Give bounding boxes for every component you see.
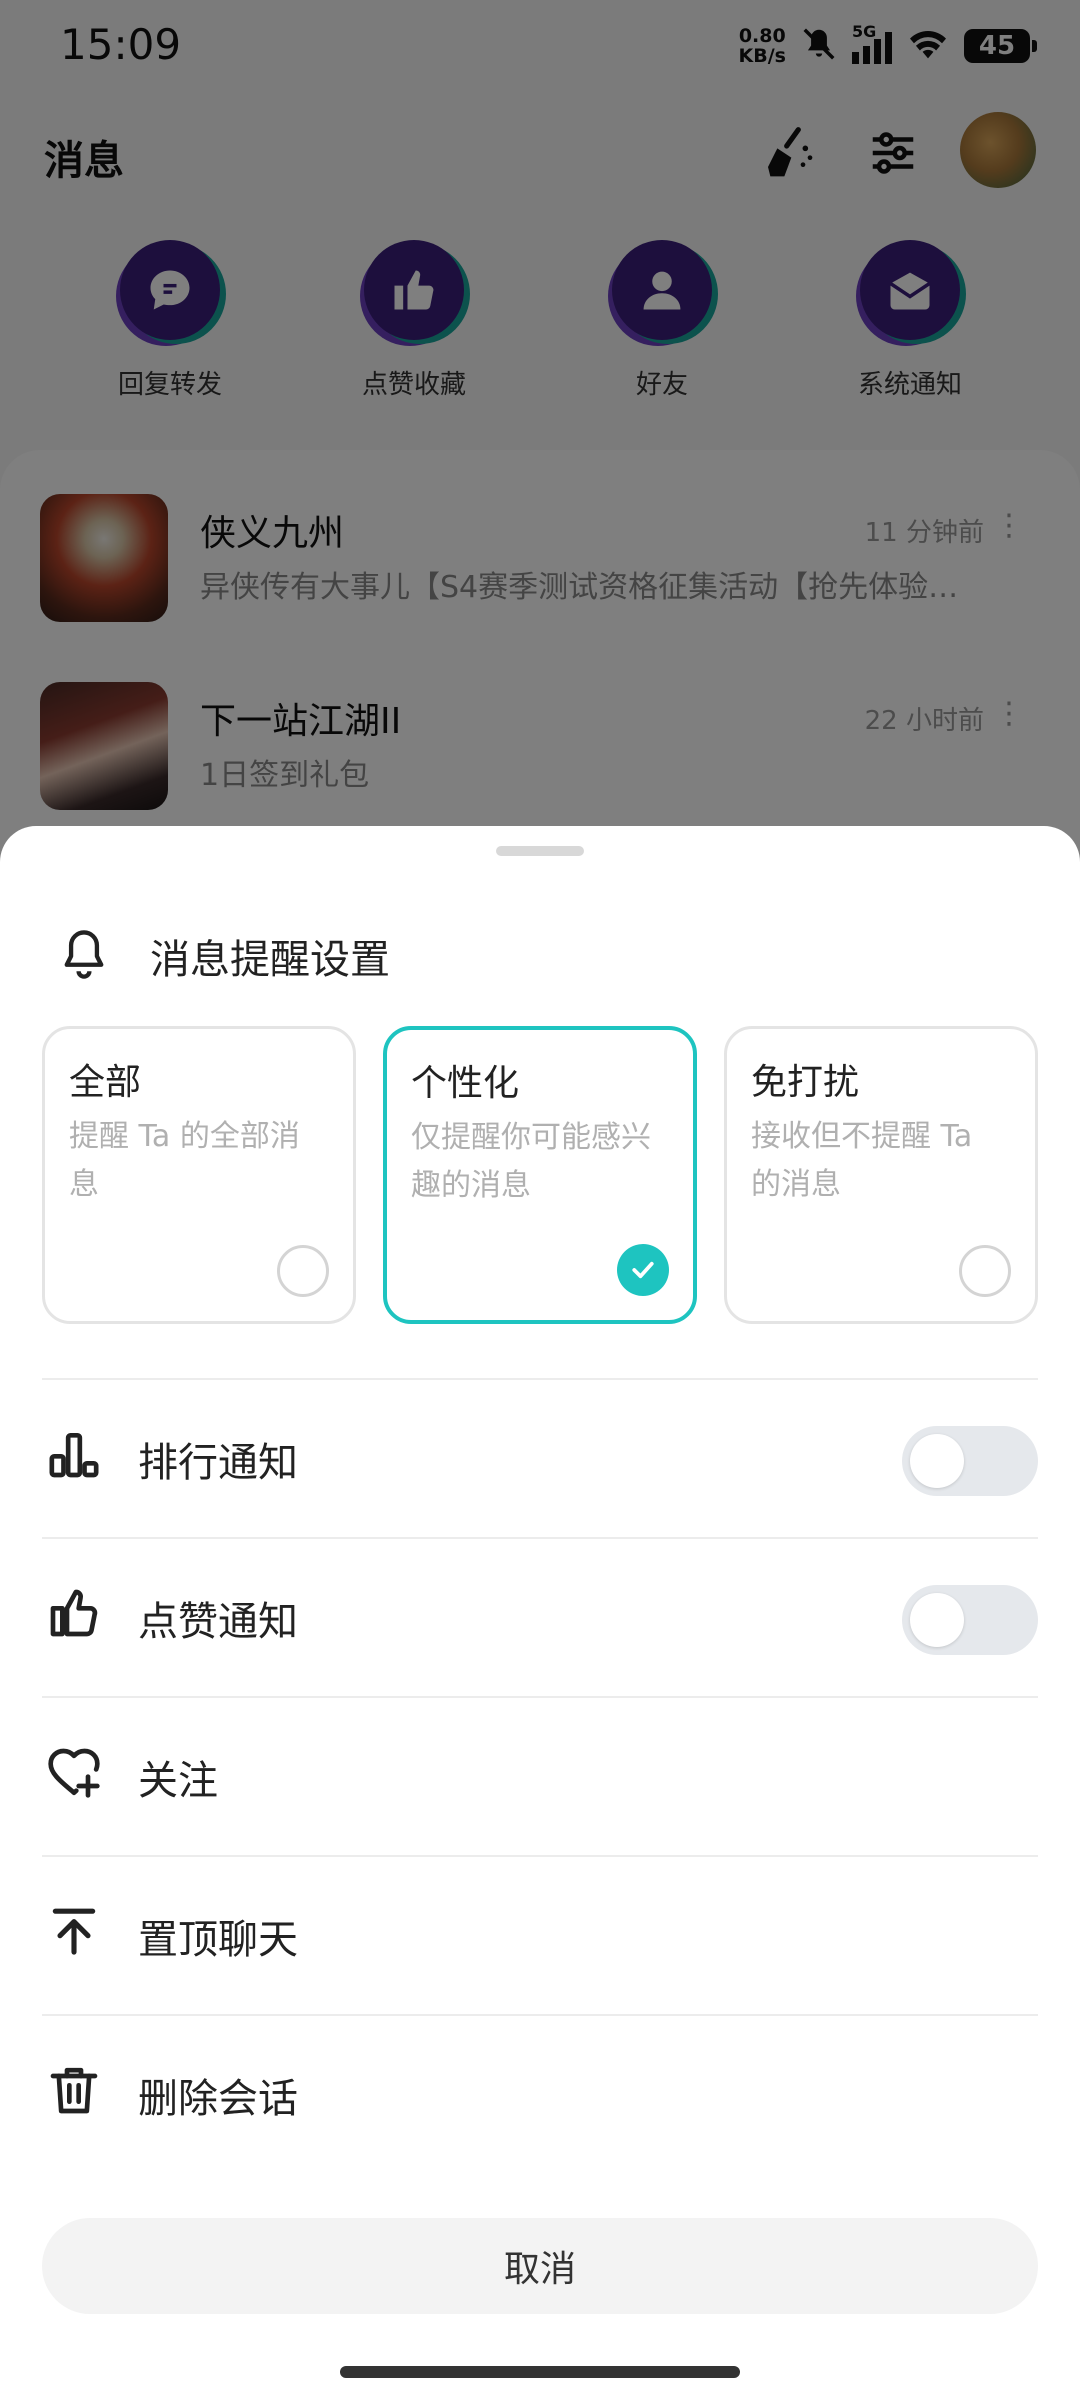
mode-dnd-option[interactable]: 免打扰 接收但不提醒 Ta 的消息	[724, 1026, 1038, 1324]
pin-chat-row[interactable]: 置顶聊天	[42, 1855, 1038, 2014]
cancel-button[interactable]: 取消	[42, 2218, 1038, 2314]
trash-icon	[42, 2058, 106, 2122]
notify-mode-options: 全部 提醒 Ta 的全部消息 个性化 仅提醒你可能感兴趣的消息 免打扰 接收但不…	[42, 1026, 1038, 1324]
ranking-bars-icon	[42, 1422, 106, 1486]
thumbs-up-outline-icon	[42, 1581, 106, 1645]
heart-plus-icon	[42, 1740, 106, 1804]
ranking-notify-toggle[interactable]	[902, 1426, 1038, 1496]
mode-personalized-option[interactable]: 个性化 仅提醒你可能感兴趣的消息	[383, 1026, 697, 1324]
bell-icon	[58, 926, 110, 986]
notification-settings-sheet: 消息提醒设置 全部 提醒 Ta 的全部消息 个性化 仅提醒你可能感兴趣的消息 免…	[0, 826, 1080, 2400]
radio-unchecked[interactable]	[277, 1245, 329, 1297]
like-notify-toggle[interactable]	[902, 1585, 1038, 1655]
radio-unchecked[interactable]	[959, 1245, 1011, 1297]
sheet-grabber[interactable]	[496, 846, 584, 856]
like-notify-row: 点赞通知	[42, 1537, 1038, 1696]
follow-row[interactable]: 关注	[42, 1696, 1038, 1855]
mode-all-option[interactable]: 全部 提醒 Ta 的全部消息	[42, 1026, 356, 1324]
toggle-knob	[910, 1434, 964, 1488]
home-indicator[interactable]	[340, 2366, 740, 2378]
delete-chat-row[interactable]: 删除会话	[42, 2014, 1038, 2173]
ranking-notify-row: 排行通知	[42, 1378, 1038, 1537]
sheet-title: 消息提醒设置	[150, 937, 390, 983]
check-icon[interactable]	[617, 1244, 669, 1296]
toggle-knob	[910, 1593, 964, 1647]
pin-to-top-icon	[42, 1899, 106, 1963]
sheet-header: 消息提醒设置	[58, 926, 390, 986]
